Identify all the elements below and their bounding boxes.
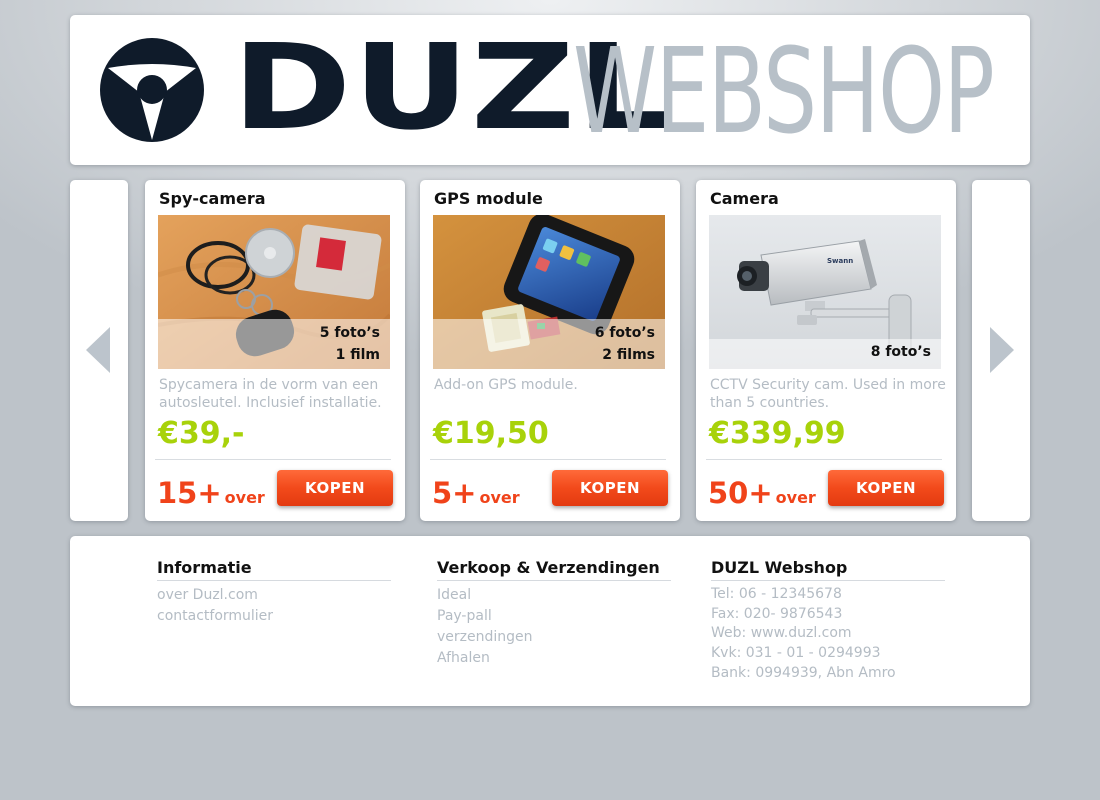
buy-button[interactable]: KOPEN xyxy=(552,470,668,506)
contact-phone: Tel: 06 - 12345678 xyxy=(711,586,842,602)
photo-count: 5 foto’s xyxy=(319,325,380,341)
logo-wordmark-webshop: WEBSHOP xyxy=(573,22,995,160)
product-description: CCTV Security cam. Used in more than 5 c… xyxy=(710,377,946,411)
footer-heading: Verkoop & Verzendingen xyxy=(437,558,671,581)
stock-label: over xyxy=(479,488,520,507)
film-count: 2 films xyxy=(602,347,655,363)
contact-bank: Bank: 0994939, Abn Amro xyxy=(711,664,896,681)
divider xyxy=(430,459,666,460)
divider xyxy=(706,459,942,460)
product-photo[interactable]: 6 foto’s 2 films xyxy=(433,215,665,369)
product-photo[interactable]: Swann 8 foto’s xyxy=(709,215,941,369)
photo-count: 8 foto’s xyxy=(870,344,931,360)
footer-link-about[interactable]: over Duzl.com xyxy=(157,585,391,606)
footer-link-shipping[interactable]: verzendingen xyxy=(437,627,671,648)
stock-count: 50+ xyxy=(708,476,773,510)
contact-web: Web: www.duzl.com xyxy=(711,625,852,642)
stock-indicator: 50+ over xyxy=(708,476,816,510)
footer-column-info: Informatie over Duzl.com contactformulie… xyxy=(157,558,391,627)
chevron-left-icon xyxy=(86,327,110,373)
carousel-next-button[interactable] xyxy=(972,180,1030,521)
stock-count: 15+ xyxy=(157,476,222,510)
film-count: 1 film xyxy=(335,347,380,363)
footer-heading: DUZL Webshop xyxy=(711,558,945,581)
footer: Informatie over Duzl.com contactformulie… xyxy=(70,536,1030,706)
product-photo[interactable]: 5 foto’s 1 film xyxy=(158,215,390,369)
contact-fax: Fax: 020- 9876543 xyxy=(711,605,843,622)
stock-label: over xyxy=(775,488,816,507)
buy-button[interactable]: KOPEN xyxy=(277,470,393,506)
footer-link-contact[interactable]: contactformulier xyxy=(157,606,391,627)
chevron-right-icon xyxy=(990,327,1014,373)
stock-count: 5+ xyxy=(432,476,477,510)
product-card-spy-camera: Spy-camera 5 foto’s 1 film Spycamera in … xyxy=(145,180,405,521)
carousel-prev-button[interactable] xyxy=(70,180,128,521)
logo-icon xyxy=(100,38,204,142)
footer-column-sales: Verkoop & Verzendingen Ideal Pay-pall ve… xyxy=(437,558,671,669)
product-card-camera: Camera Swann 8 foto’s CCTV Security cam.… xyxy=(696,180,956,521)
product-price: €39,- xyxy=(158,416,245,451)
stock-indicator: 5+ over xyxy=(432,476,520,510)
product-description: Spycamera in de vorm van een autosleutel… xyxy=(159,377,382,411)
product-description: Add-on GPS module. xyxy=(434,377,578,393)
divider xyxy=(155,459,391,460)
product-card-gps-module: GPS module 6 foto’s 2 films Add-on GPS m… xyxy=(420,180,680,521)
footer-heading: Informatie xyxy=(157,558,391,581)
svg-text:Swann: Swann xyxy=(827,257,853,265)
contact-kvk: Kvk: 031 - 01 - 0294993 xyxy=(711,645,881,662)
footer-link-ideal[interactable]: Ideal xyxy=(437,585,671,606)
product-price: €339,99 xyxy=(709,416,846,451)
photo-count: 6 foto’s xyxy=(594,325,655,341)
footer-link-paypal[interactable]: Pay-pall xyxy=(437,606,671,627)
footer-link-pickup[interactable]: Afhalen xyxy=(437,648,671,669)
product-price: €19,50 xyxy=(433,416,549,451)
product-title: GPS module xyxy=(434,189,543,208)
buy-button[interactable]: KOPEN xyxy=(828,470,944,506)
footer-column-company: DUZL Webshop Tel: 06 - 12345678 Fax: 020… xyxy=(711,558,945,684)
product-title: Spy-camera xyxy=(159,189,266,208)
stock-indicator: 15+ over xyxy=(157,476,265,510)
product-title: Camera xyxy=(710,189,779,208)
stock-label: over xyxy=(224,488,265,507)
